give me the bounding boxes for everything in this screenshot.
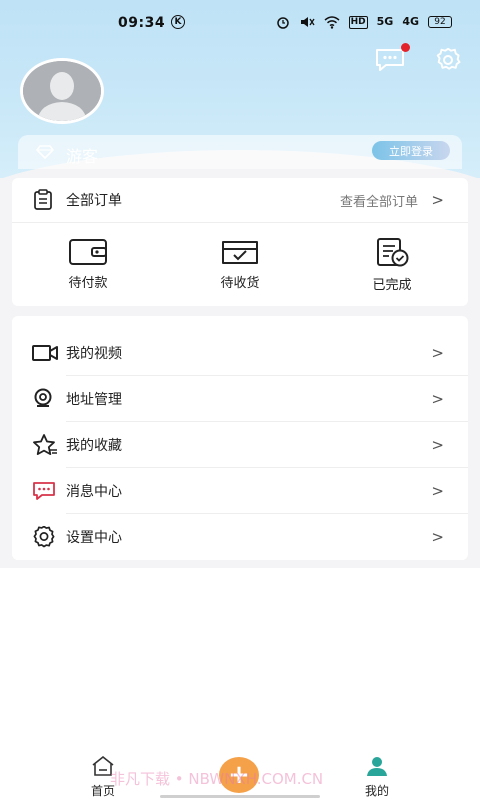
menu-item-my-favorites[interactable]: 我的收藏 > — [32, 422, 468, 468]
mute-icon — [300, 17, 315, 27]
wallet-icon — [69, 239, 107, 265]
signal-4g-icon: 4G — [402, 15, 419, 28]
gear-icon[interactable] — [432, 46, 464, 74]
all-orders-row[interactable]: 全部订单 查看全部订单 > — [12, 178, 468, 223]
all-orders-title: 全部订单 — [66, 193, 122, 209]
menu-card: 我的视频 > 地址管理 > 我的收藏 > 消息中心 > 设置中心 > — [12, 316, 468, 560]
checklist-done-icon — [377, 238, 409, 267]
orders-card: 全部订单 查看全部订单 > 待付款 待收货 已完成 — [12, 178, 468, 306]
default-user-icon — [23, 61, 101, 121]
menu-item-label: 设置中心 — [66, 530, 122, 546]
gear-icon — [33, 526, 55, 548]
chevron-right-icon: > — [431, 436, 444, 454]
diamond-icon — [36, 145, 54, 159]
chevron-right-icon: > — [431, 528, 444, 546]
chevron-right-icon: > — [431, 344, 444, 362]
empty-content-area — [0, 568, 480, 748]
status-bar: 09:34 K HD 5G 4G 92 — [0, 10, 480, 36]
inbox-check-icon — [222, 241, 258, 264]
hd-icon: HD — [348, 15, 368, 29]
view-all-orders-link[interactable]: 查看全部订单 — [340, 191, 418, 210]
chevron-right-icon: > — [431, 482, 444, 500]
clipboard-icon — [34, 189, 52, 210]
video-camera-icon — [32, 345, 58, 361]
star-icon — [33, 434, 57, 455]
alarm-icon — [276, 17, 289, 29]
chevron-right-icon: > — [431, 390, 444, 408]
status-time: 09:34 — [118, 15, 166, 31]
signal-5g-icon: 5G — [376, 15, 394, 28]
order-option-completed[interactable]: 已完成 — [352, 238, 432, 293]
wifi-icon — [324, 15, 340, 29]
menu-item-message-center[interactable]: 消息中心 > — [32, 468, 468, 514]
menu-item-my-videos[interactable]: 我的视频 > — [32, 330, 468, 376]
user-icon — [367, 757, 387, 776]
tab-me[interactable]: 我的 — [347, 756, 407, 799]
home-indicator — [160, 795, 320, 798]
watermark: 非凡下载 • NBWNXH.COM.CN — [110, 770, 324, 788]
menu-item-label: 我的收藏 — [66, 438, 122, 454]
menu-item-label: 我的视频 — [66, 346, 122, 362]
guest-name: 游客 — [66, 147, 99, 166]
status-icons: HD 5G 4G 92 — [276, 14, 452, 30]
avatar[interactable] — [20, 58, 104, 124]
order-option-label: 待付款 — [68, 276, 108, 291]
order-option-pending-receipt[interactable]: 待收货 — [200, 238, 280, 291]
k-badge-icon: K — [171, 15, 185, 29]
menu-item-label: 地址管理 — [66, 392, 122, 408]
order-option-label: 待收货 — [220, 276, 260, 291]
order-option-pending-payment[interactable]: 待付款 — [48, 238, 128, 291]
menu-item-settings-center[interactable]: 设置中心 > — [32, 514, 468, 560]
order-option-label: 已完成 — [372, 278, 412, 293]
unread-badge — [401, 43, 410, 52]
battery-icon: 92 — [428, 16, 452, 28]
tab-me-label: 我的 — [364, 784, 389, 798]
login-button[interactable]: 立即登录 — [372, 141, 450, 160]
menu-item-address-management[interactable]: 地址管理 > — [32, 376, 468, 422]
location-pin-icon — [34, 388, 52, 407]
message-bubble-icon — [33, 482, 55, 500]
chevron-right-icon: > — [431, 191, 444, 209]
menu-item-label: 消息中心 — [66, 484, 122, 500]
